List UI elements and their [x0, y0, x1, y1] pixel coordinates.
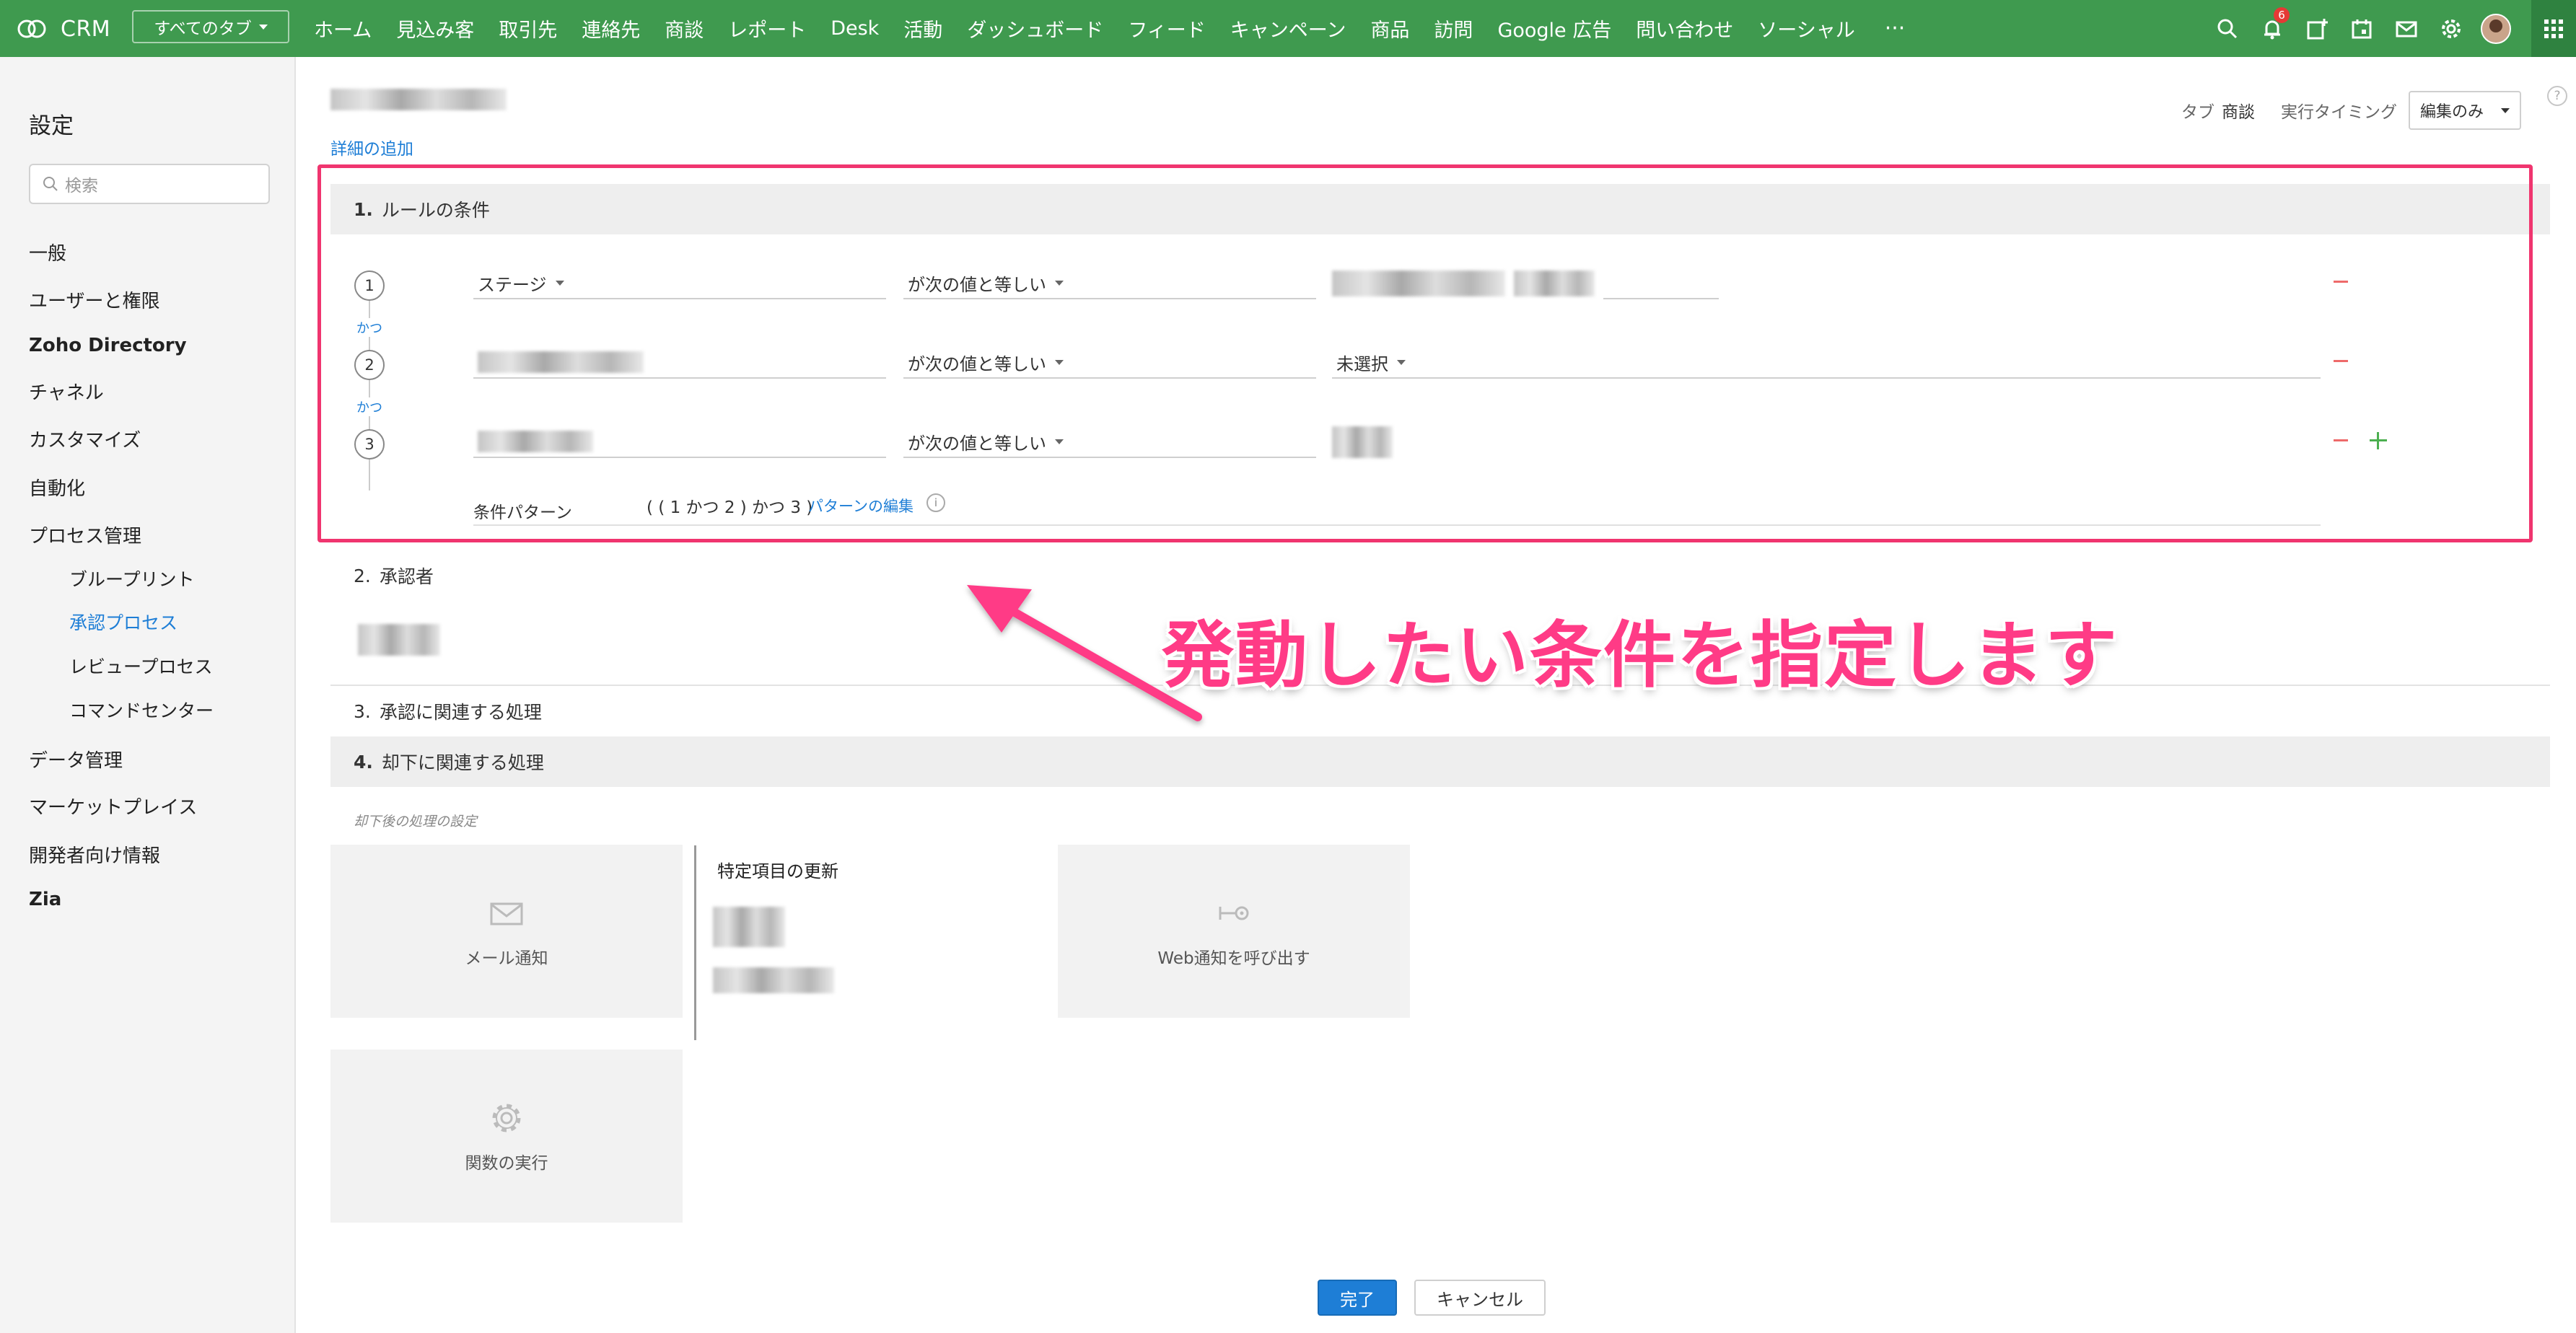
timing-select-value: 編集のみ [2420, 103, 2484, 121]
section-approvers-header[interactable]: 2. 承認者 [330, 550, 2550, 601]
email-notification-label: メール通知 [465, 949, 548, 968]
mail-icon[interactable] [2384, 0, 2429, 57]
chevron-down-icon [258, 24, 268, 30]
sidebar-item-customize[interactable]: カスタマイズ [29, 426, 141, 452]
tab-inquiries[interactable]: 問い合わせ [1624, 14, 1745, 43]
field-update-item-redacted [713, 907, 785, 947]
tab-accounts[interactable]: 取引先 [486, 14, 569, 43]
field-update-divider [694, 845, 696, 1040]
user-avatar[interactable] [2474, 0, 2518, 57]
sidebar-item-zia[interactable]: Zia [29, 889, 61, 910]
webhook-icon [1219, 906, 1249, 920]
crm-logo-icon [17, 19, 46, 38]
sidebar-item-channels[interactable]: チャネル [29, 378, 104, 405]
section-title: 承認に関連する処理 [379, 702, 542, 723]
avatar-image [2481, 13, 2511, 44]
section-reject-actions-header[interactable]: 4. 却下に関連する処理 [330, 736, 2550, 787]
approver-redacted [358, 624, 440, 656]
tab-feeds[interactable]: フィード [1116, 14, 1217, 43]
tab-campaigns[interactable]: キャンペーン [1218, 14, 1359, 43]
timing-select[interactable]: 編集のみ [2409, 91, 2521, 130]
tab-products[interactable]: 商品 [1358, 14, 1421, 43]
tab-leads[interactable]: 見込み客 [384, 14, 486, 43]
tab-reports[interactable]: レポート [716, 14, 818, 43]
sidebar-item-developer-info[interactable]: 開発者向け情報 [29, 841, 160, 868]
process-name-redacted [330, 89, 507, 110]
email-notification-card[interactable]: メール通知 [330, 845, 683, 1018]
tab-home[interactable]: ホーム [302, 14, 384, 43]
sidebar-item-process-management[interactable]: プロセス管理 [29, 522, 141, 548]
timing-label: 実行タイミング [2281, 103, 2397, 122]
settings-gear-icon[interactable] [2429, 0, 2474, 57]
section-number: 2. [354, 565, 371, 586]
all-tabs-dropdown[interactable]: すべてのタブ [132, 10, 289, 43]
tab-activities[interactable]: 活動 [891, 14, 955, 43]
sidebar-item-general[interactable]: 一般 [29, 239, 66, 265]
more-tabs-icon[interactable]: ··· [1867, 16, 1918, 41]
after-reject-label: 却下後の処理の設定 [354, 814, 478, 830]
approval-process-editor: 詳細の追加 タブ 商談 実行タイミング 編集のみ ? 1. ルールの条件 1 か… [296, 57, 2576, 1333]
section-number: 3. [354, 700, 371, 722]
sidebar-item-review-process[interactable]: レビュープロセス [69, 653, 213, 679]
section-title: 却下に関連する処理 [381, 752, 544, 773]
function-label: 関数の実行 [465, 1154, 548, 1173]
top-navigation-bar: CRM すべてのタブ ホーム 見込み客 取引先 連絡先 商談 レポート Desk… [0, 0, 2576, 57]
sidebar-title: 設定 [29, 113, 74, 139]
search-icon [43, 177, 58, 191]
help-icon[interactable]: ? [2547, 86, 2567, 106]
sidebar-item-blueprint[interactable]: ブループリント [69, 566, 195, 591]
section-number: 4. [354, 751, 373, 773]
notification-bell-icon[interactable]: 6 [2250, 0, 2295, 57]
crm-logo[interactable]: CRM [16, 13, 110, 45]
field-update-title: 特定項目の更新 [717, 861, 838, 881]
tab-visits[interactable]: 訪問 [1421, 14, 1485, 43]
sidebar-item-automation[interactable]: 自動化 [29, 474, 85, 501]
process-settings-bar: タブ 商談 実行タイミング 編集のみ ? [2181, 86, 2576, 132]
tab-deals[interactable]: 商談 [652, 14, 716, 43]
tab-google-ads[interactable]: Google 広告 [1485, 14, 1624, 43]
tab-label: タブ [2181, 103, 2214, 122]
all-tabs-label: すべてのタブ [154, 19, 252, 38]
tab-value: 商談 [2222, 103, 2255, 122]
search-icon[interactable] [2205, 0, 2250, 57]
settings-sidebar: 設定 検索 一般 ユーザーと権限 Zoho Directory チャネル カスタ… [0, 57, 296, 1333]
module-tabs: ホーム 見込み客 取引先 連絡先 商談 レポート Desk 活動 ダッシュボード… [302, 0, 1917, 57]
annotation-highlight-box [317, 164, 2533, 542]
add-record-icon[interactable] [2295, 0, 2339, 57]
calendar-icon[interactable] [2339, 0, 2384, 57]
sidebar-item-approval-process[interactable]: 承認プロセス [69, 609, 178, 635]
sidebar-item-users-permissions[interactable]: ユーザーと権限 [29, 286, 159, 313]
webhook-label: Web通知を呼び出す [1157, 949, 1310, 968]
sidebar-search-input[interactable]: 検索 [29, 164, 270, 204]
chevron-down-icon [2501, 107, 2510, 113]
sidebar-item-data-management[interactable]: データ管理 [29, 746, 123, 773]
done-button[interactable]: 完了 [1318, 1280, 1397, 1316]
add-detail-link[interactable]: 詳細の追加 [330, 135, 413, 159]
sidebar-item-marketplace[interactable]: マーケットプレイス [29, 793, 197, 819]
cancel-button[interactable]: キャンセル [1414, 1280, 1546, 1316]
envelope-icon [490, 902, 523, 925]
tab-social[interactable]: ソーシャル [1745, 14, 1867, 43]
tab-dashboards[interactable]: ダッシュボード [955, 14, 1116, 43]
field-update-item-redacted [713, 967, 834, 993]
webhook-card[interactable]: Web通知を呼び出す [1058, 845, 1410, 1018]
annotation-callout-text: 発動したい条件を指定します [1162, 613, 2119, 698]
app-name: CRM [61, 16, 111, 42]
sidebar-item-command-center[interactable]: コマンドセンター [69, 697, 214, 723]
section-title: 承認者 [379, 566, 434, 587]
gear-icon [492, 1104, 521, 1132]
search-placeholder: 検索 [65, 177, 98, 195]
app-grid-icon[interactable] [2531, 0, 2576, 57]
topbar-actions: 6 [2205, 0, 2576, 57]
sidebar-item-zoho-directory[interactable]: Zoho Directory [29, 335, 187, 356]
tab-contacts[interactable]: 連絡先 [569, 14, 652, 43]
tab-desk[interactable]: Desk [818, 17, 891, 40]
function-card[interactable]: 関数の実行 [330, 1050, 683, 1223]
notification-badge: 6 [2274, 7, 2290, 23]
